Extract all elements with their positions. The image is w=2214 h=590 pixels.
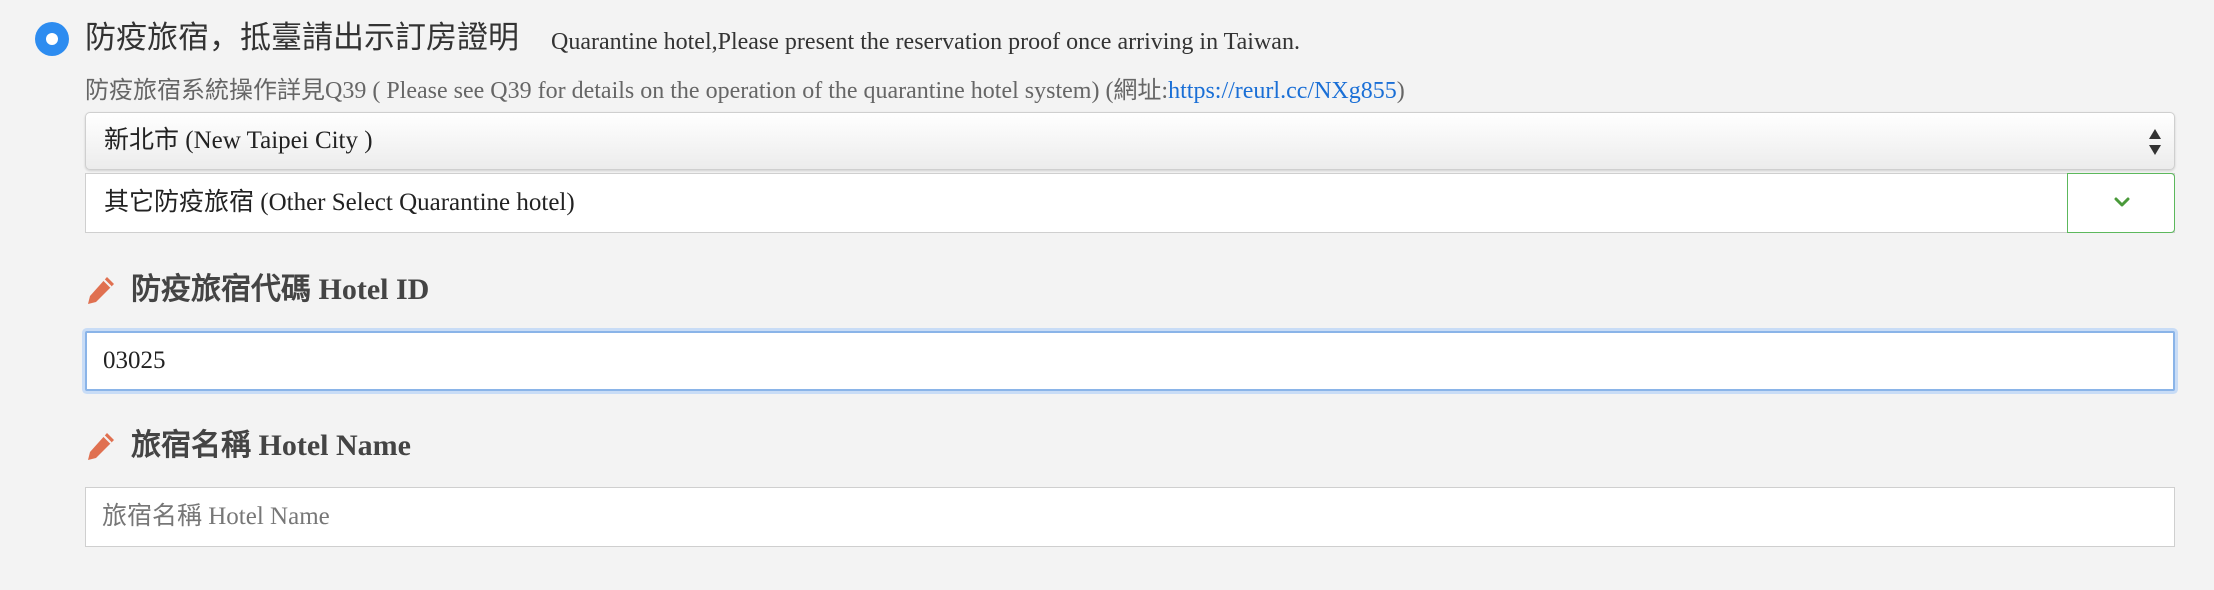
quarantine-hotel-radio[interactable] <box>35 22 69 56</box>
radio-selected-icon <box>46 33 58 45</box>
hotel-id-input[interactable] <box>85 331 2175 391</box>
hint-text: 防疫旅宿系統操作詳見Q39 ( Please see Q39 for detai… <box>85 78 1169 104</box>
hotel-select-dropdown-button[interactable] <box>2067 173 2175 233</box>
hint-suffix: ) <box>1396 78 1405 104</box>
pencil-icon <box>88 433 114 461</box>
chevron-down-icon <box>2114 197 2130 207</box>
hint-link[interactable]: https://reurl.cc/NXg855 <box>1168 78 1397 104</box>
pencil-icon <box>88 277 114 305</box>
hotel-select-value: 其它防疫旅宿 (Other Select Quarantine hotel) <box>104 189 575 216</box>
hotel-name-label-text: 旅宿名稱 Hotel Name <box>131 429 411 463</box>
city-select[interactable]: 新北市 (New Taipei City ) <box>85 112 2175 170</box>
quarantine-option-title[interactable]: 防疫旅宿，抵臺請出示訂房證明 <box>85 18 519 58</box>
quarantine-hint: 防疫旅宿系統操作詳見Q39 ( Please see Q39 for detai… <box>85 75 1405 107</box>
hotel-id-label: 防疫旅宿代碼 Hotel ID <box>85 268 429 310</box>
quarantine-hotel-select[interactable]: 其它防疫旅宿 (Other Select Quarantine hotel) <box>85 173 2175 233</box>
quarantine-option-subtitle: Quarantine hotel,Please present the rese… <box>551 29 1300 55</box>
hotel-name-label: 旅宿名稱 Hotel Name <box>85 424 411 466</box>
city-select-value: 新北市 (New Taipei City ) <box>104 127 373 154</box>
select-arrows-icon <box>2149 129 2161 155</box>
quarantine-form: 防疫旅宿，抵臺請出示訂房證明 Quarantine hotel,Please p… <box>0 0 2214 590</box>
hotel-id-label-text: 防疫旅宿代碼 Hotel ID <box>131 273 430 307</box>
hotel-name-input[interactable] <box>85 487 2175 547</box>
